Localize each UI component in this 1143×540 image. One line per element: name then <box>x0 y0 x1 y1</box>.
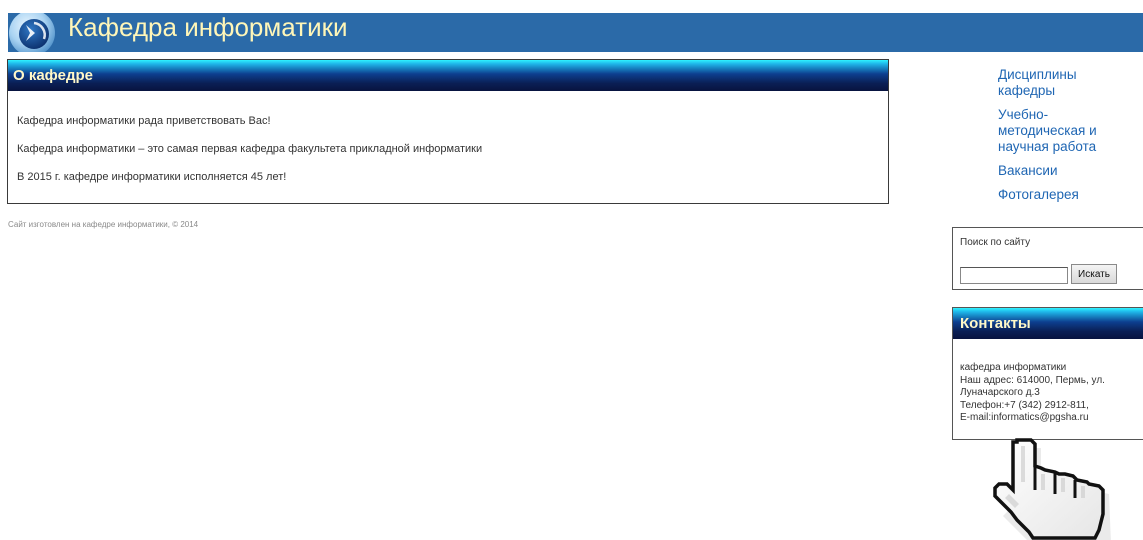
contacts-phone: Телефон:+7 (342) 2912-811, <box>960 399 1089 411</box>
hand-pointer-cursor-icon <box>993 438 1111 540</box>
nav-link-research[interactable]: Учебно-методическая и научная работа <box>998 107 1123 155</box>
search-button[interactable]: Искать <box>1071 264 1117 284</box>
contacts-department: кафедра информатики <box>960 362 1067 373</box>
department-logo-icon[interactable] <box>8 13 58 52</box>
contacts-address: Наш адрес: 614000, Пермь, ул. <box>960 374 1105 386</box>
welcome-paragraph: Кафедра информатики рада приветствовать … <box>17 115 271 127</box>
search-panel: Поиск по сайту Искать <box>952 227 1143 290</box>
contacts-panel: Контакты кафедра информатики Наш адрес: … <box>952 307 1143 440</box>
site-header: Кафедра информатики <box>8 13 1143 52</box>
nav-link-disciplines[interactable]: Дисциплины кафедры <box>998 67 1123 99</box>
contacts-info: кафедра информатики Наш адрес: 614000, П… <box>960 362 1105 425</box>
contacts-street: Луначарского д.3 <box>960 387 1040 398</box>
nav-link-gallery[interactable]: Фотогалерея <box>998 187 1123 203</box>
sidebar-nav: Дисциплины кафедры Учебно-методическая и… <box>998 67 1138 211</box>
search-label: Поиск по сайту <box>960 237 1031 248</box>
page: Кафедра информатики О кафедре Кафедра ин… <box>0 0 1143 540</box>
anniversary-paragraph: В 2015 г. кафедре информатики исполняетс… <box>17 171 287 183</box>
about-paragraph: Кафедра информатики – это самая первая к… <box>17 143 483 155</box>
site-title: Кафедра информатики <box>68 13 348 42</box>
contacts-panel-title: Контакты <box>953 308 1143 339</box>
search-input[interactable] <box>960 267 1068 284</box>
contacts-email: E-mail:informatics@pgsha.ru <box>960 412 1089 423</box>
nav-link-vacancies[interactable]: Вакансии <box>998 163 1123 179</box>
about-panel-title: О кафедре <box>8 60 888 91</box>
about-panel: О кафедре Кафедра информатики рада приве… <box>7 59 889 204</box>
footer-copyright: Сайт изготовлен на кафедре информатики, … <box>8 220 199 229</box>
